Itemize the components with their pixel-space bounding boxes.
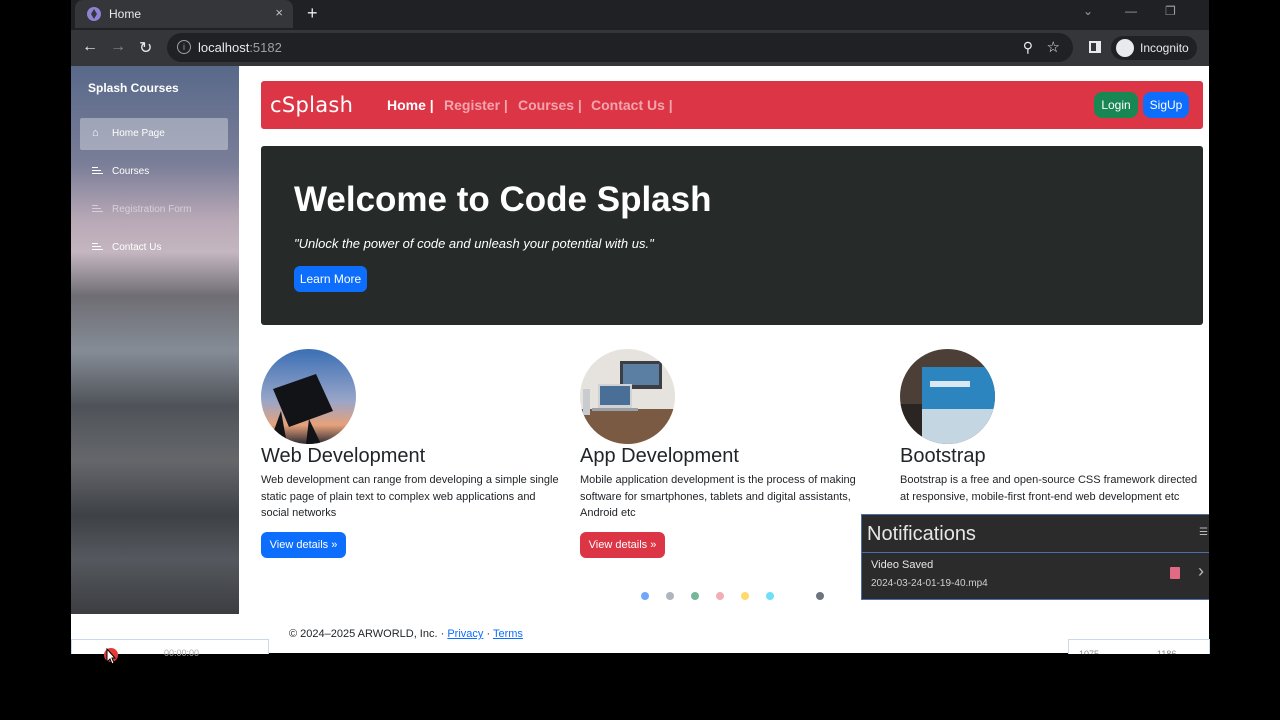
url-host: localhost — [198, 40, 250, 55]
browser-window: Home × + ⌄ — ❐ ← → ↻ i localhost:5182 ⚲ … — [71, 0, 1209, 653]
hero-title: Welcome to Code Splash — [294, 180, 712, 219]
footer-separator: · — [483, 628, 493, 640]
app-dev-image — [580, 349, 675, 444]
sidebar-item-label: Registration Form — [112, 204, 192, 215]
notification-divider — [862, 552, 1209, 553]
sidebar-item-label: Courses — [112, 166, 150, 177]
sidebar: Splash Courses ⌂ Home Page Courses Regis… — [71, 66, 239, 614]
sidebar-item-label: Contact Us — [112, 242, 162, 253]
view-details-button[interactable]: View details » — [580, 532, 665, 558]
tab-search-icon[interactable]: ⌄ — [1083, 4, 1093, 18]
card-title: Bootstrap — [900, 445, 986, 467]
nav-home[interactable]: Home | — [387, 97, 434, 113]
tab-strip: Home × + ⌄ — ❐ — [71, 0, 1209, 30]
card-title: App Development — [580, 445, 739, 467]
carousel-dot[interactable] — [791, 592, 799, 600]
trash-icon[interactable] — [1170, 567, 1180, 579]
brand-logo[interactable]: cSplash — [270, 93, 353, 117]
learn-more-button[interactable]: Learn More — [294, 266, 367, 292]
hero-jumbotron: Welcome to Code Splash "Unlock the power… — [261, 146, 1203, 325]
card-text: Web development can range from developin… — [261, 474, 559, 519]
carousel-dot[interactable] — [641, 592, 649, 600]
terms-link[interactable]: Terms — [493, 628, 523, 640]
login-button[interactable]: Login — [1094, 92, 1138, 118]
site-navbar: cSplash Home | Register | Courses | Cont… — [261, 81, 1203, 129]
menu-lines-icon — [92, 167, 103, 175]
nav-register[interactable]: Register | — [444, 97, 508, 113]
side-panel-icon[interactable] — [1089, 41, 1101, 53]
nav-contact[interactable]: Contact Us | — [591, 97, 673, 113]
capture-height[interactable]: 1186 — [1157, 649, 1176, 654]
sidebar-item-home[interactable]: ⌂ Home Page — [80, 118, 228, 150]
back-icon[interactable]: ← — [82, 38, 98, 56]
carousel-dot[interactable] — [766, 592, 774, 600]
notification-menu-icon[interactable]: ☰ — [1199, 527, 1208, 538]
incognito-label: Incognito — [1140, 41, 1189, 55]
card-text: Mobile application development is the pr… — [580, 474, 856, 519]
hero-quote: "Unlock the power of code and unleash yo… — [294, 236, 654, 251]
sidebar-item-label: Home Page — [112, 128, 165, 139]
zoom-icon[interactable]: ⚲ — [1023, 39, 1033, 56]
notification-panel: Notifications ☰ Video Saved 2024-03-24-0… — [861, 514, 1209, 600]
carousel-dot[interactable] — [666, 592, 674, 600]
card-title: Web Development — [261, 445, 426, 467]
carousel-dot[interactable] — [741, 592, 749, 600]
carousel-dot[interactable] — [691, 592, 699, 600]
mouse-cursor-icon — [106, 648, 116, 665]
home-icon: ⌂ — [92, 127, 99, 139]
tab-home[interactable]: Home × — [75, 0, 293, 28]
bootstrap-image — [900, 349, 995, 444]
incognito-icon — [1116, 39, 1134, 57]
web-dev-image — [261, 349, 356, 444]
notification-title: Video Saved — [871, 559, 934, 571]
notification-heading: Notifications — [867, 523, 976, 545]
incognito-profile-button[interactable]: Incognito — [1111, 36, 1197, 60]
sidebar-item-contact[interactable]: Contact Us — [80, 232, 228, 264]
footer-copyright: © 2024–2025 ARWORLD, Inc. · — [289, 628, 448, 640]
site-info-icon[interactable]: i — [177, 40, 191, 54]
browser-toolbar: ← → ↻ i localhost:5182 ⚲ ☆ Incognito — [71, 30, 1209, 66]
vite-icon — [87, 7, 101, 21]
minimize-icon[interactable]: — — [1125, 4, 1137, 18]
web-page: Splash Courses ⌂ Home Page Courses Regis… — [71, 66, 1209, 653]
capture-size-panel: 1075 1186 — [1068, 639, 1210, 654]
sidebar-item-courses[interactable]: Courses — [80, 156, 228, 188]
notification-filename: 2024-03-24-01-19-40.mp4 — [871, 578, 988, 589]
reload-icon[interactable]: ↻ — [139, 38, 152, 58]
url-port: :5182 — [249, 40, 282, 55]
recorder-time: 00:00:00 — [164, 648, 200, 658]
privacy-link[interactable]: Privacy — [447, 628, 483, 640]
page-footer: © 2024–2025 ARWORLD, Inc. · Privacy · Te… — [289, 628, 523, 640]
bookmark-star-icon[interactable]: ☆ — [1047, 38, 1060, 56]
recorder-controls: 00:00:00 — [71, 639, 269, 658]
tab-title: Home — [109, 7, 142, 21]
carousel-dot[interactable] — [716, 592, 724, 600]
tab-close-icon[interactable]: × — [275, 5, 283, 20]
carousel-dot[interactable] — [816, 592, 824, 600]
forward-icon[interactable]: → — [110, 38, 126, 56]
menu-lines-icon — [92, 243, 103, 251]
address-bar[interactable]: i localhost:5182 ⚲ ☆ — [167, 33, 1073, 62]
capture-width[interactable]: 1075 — [1079, 649, 1099, 654]
card-text: Bootstrap is a free and open-source CSS … — [900, 474, 1198, 503]
sidebar-item-registration[interactable]: Registration Form — [80, 194, 228, 226]
menu-lines-icon — [92, 205, 103, 213]
view-details-button[interactable]: View details » — [261, 532, 346, 558]
chevron-right-icon[interactable]: › — [1198, 561, 1204, 582]
restore-icon[interactable]: ❐ — [1165, 4, 1176, 18]
sidebar-title: Splash Courses — [88, 81, 179, 95]
new-tab-button[interactable]: + — [307, 3, 318, 24]
nav-courses[interactable]: Courses | — [518, 97, 582, 113]
signup-button[interactable]: SigUp — [1143, 92, 1189, 118]
